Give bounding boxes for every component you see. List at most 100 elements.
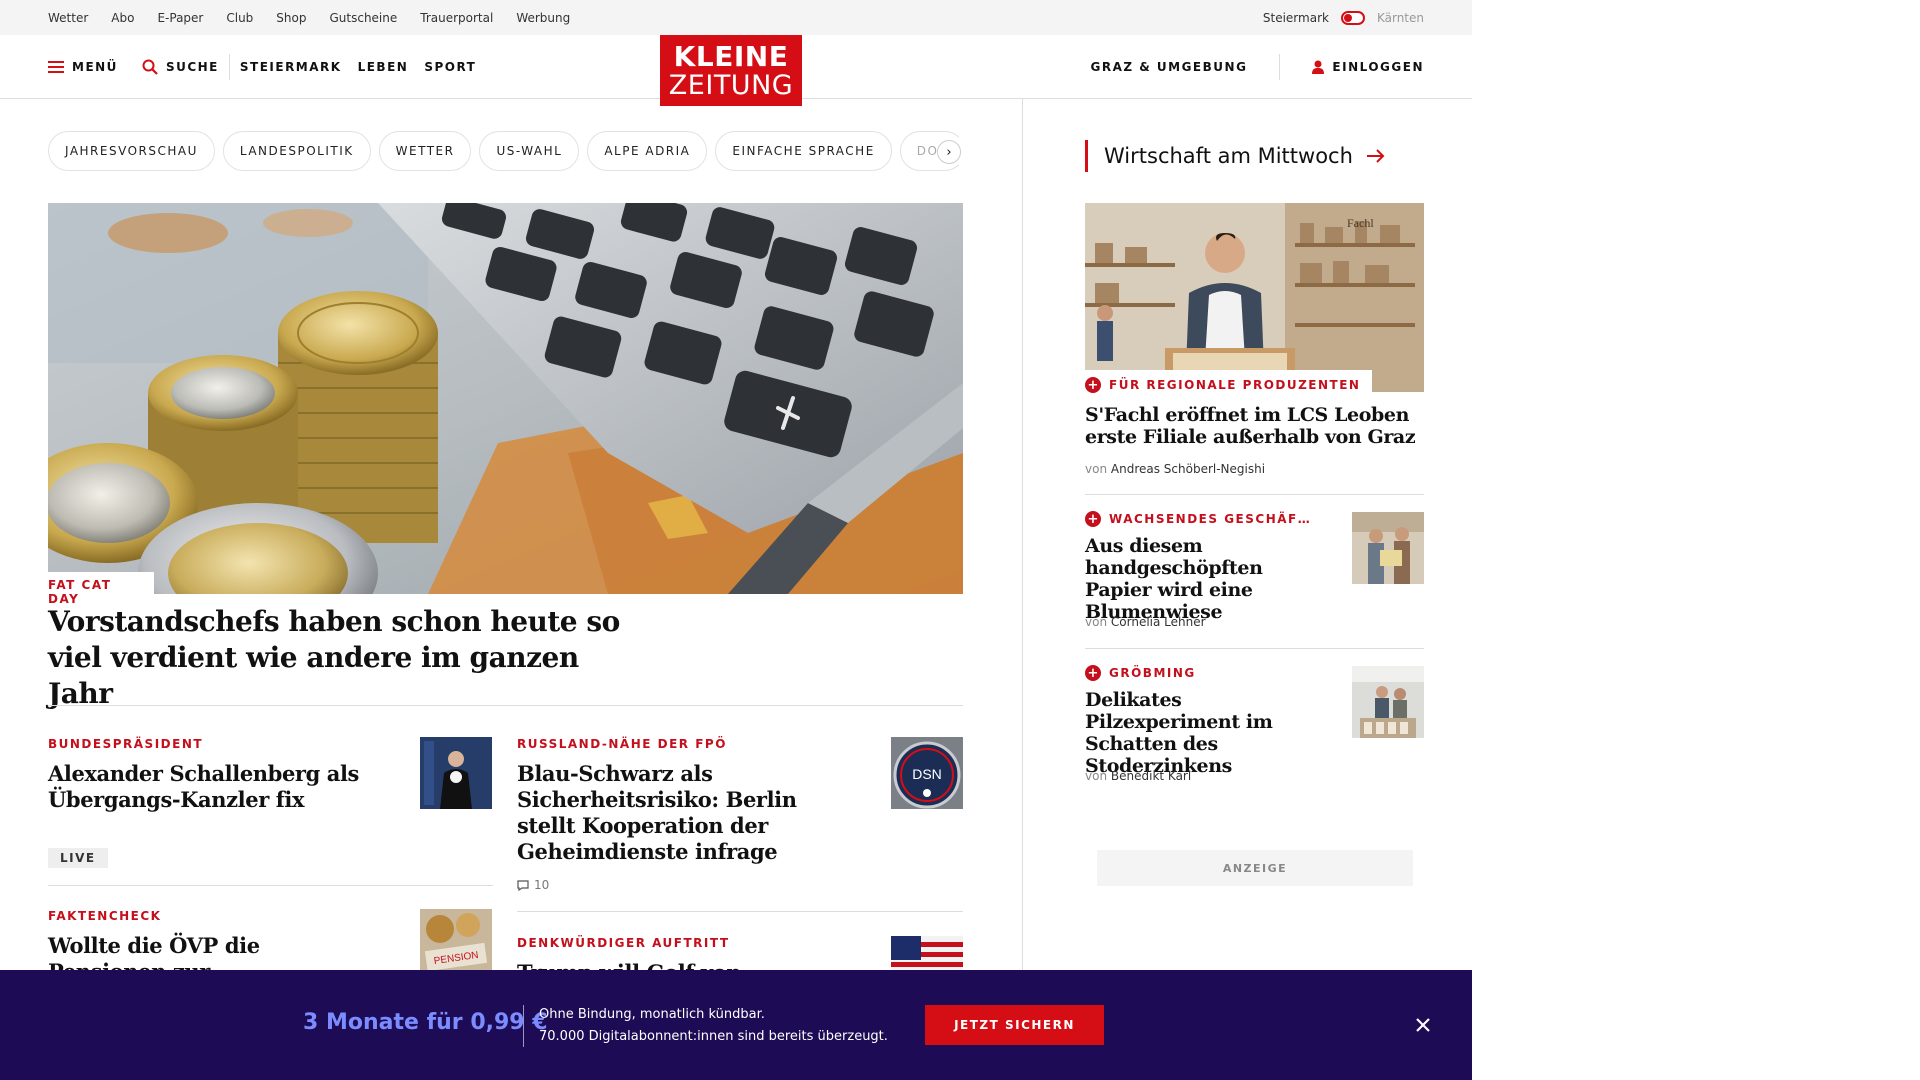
region-switch: Steiermark Kärnten xyxy=(1263,10,1424,25)
promo-text: Ohne Bindung, monatlich kündbar. 70.000 … xyxy=(539,1004,888,1048)
chevron-right-icon: › xyxy=(946,144,952,160)
ad-label: ANZEIGE xyxy=(1097,850,1413,886)
tag-pill[interactable]: EINFACHE SPRACHE xyxy=(715,131,892,171)
article-title: Alexander Schallenberg als Übergangs-Kan… xyxy=(48,761,359,812)
live-badge-wrap: LIVE xyxy=(48,847,108,868)
utility-link-wetter[interactable]: Wetter xyxy=(48,11,88,25)
promo-line-2: 70.000 Digitalabonnent:innen sind bereit… xyxy=(539,1029,888,1044)
utility-links: Wetter Abo E-Paper Club Shop Gutscheine … xyxy=(48,11,570,25)
fachl-shop-photo: Fachl xyxy=(1085,203,1424,392)
article-title: Blau-Schwarz als Sicherheitsrisiko: Berl… xyxy=(517,761,797,864)
live-badge: LIVE xyxy=(48,848,108,868)
tags-scroll-right-button[interactable]: › xyxy=(937,140,961,164)
schallenberg-photo xyxy=(420,737,492,809)
utility-link-trauerportal[interactable]: Trauerportal xyxy=(420,11,493,25)
paper-photo xyxy=(1352,512,1424,584)
utility-bar: Wetter Abo E-Paper Club Shop Gutscheine … xyxy=(0,0,1472,35)
tag-pill[interactable]: WETTER xyxy=(378,131,472,171)
sidebar-feature-kicker-wrap: + FÜR REGIONALE PRODUZENTEN xyxy=(1085,370,1373,397)
dsn-logo-text: DSN xyxy=(912,766,942,782)
comment-icon xyxy=(517,879,529,891)
article-kicker: FAKTENCHECK xyxy=(48,909,162,923)
local-region-link[interactable]: GRAZ & UMGEBUNG xyxy=(1091,60,1248,74)
comment-count-value: 10 xyxy=(534,878,550,892)
comment-count[interactable]: 10 xyxy=(517,878,549,892)
tag-pill[interactable]: ALPE ADRIA xyxy=(587,131,708,171)
utility-link-epaper[interactable]: E-Paper xyxy=(157,11,203,25)
utility-link-werbung[interactable]: Werbung xyxy=(516,11,570,25)
region-inactive-label[interactable]: Kärnten xyxy=(1377,11,1424,25)
promo-line-1: Ohne Bindung, monatlich kündbar. xyxy=(539,1007,765,1022)
nav-right: GRAZ & UMGEBUNG EINLOGGEN xyxy=(1091,53,1425,80)
sidebar-item-thumbnail[interactable] xyxy=(1352,666,1424,738)
region-toggle[interactable] xyxy=(1340,10,1365,25)
menu-button[interactable]: MENÜ xyxy=(48,60,118,74)
hero-image[interactable] xyxy=(48,203,963,594)
sidebar-heading: Wirtschaft am Mittwoch xyxy=(1104,144,1353,168)
hero-headline[interactable]: Vorstandschefs haben schon heute so viel… xyxy=(48,604,648,712)
divider xyxy=(48,705,963,706)
article-thumbnail[interactable] xyxy=(420,737,492,809)
article-kicker: RUSSLAND-NÄHE DER FPÖ xyxy=(517,737,727,751)
nav-sections: STEIERMARK LEBEN SPORT xyxy=(240,60,476,74)
article-kicker: BUNDESPRÄSIDENT xyxy=(48,737,204,751)
sidebar-feature-kicker[interactable]: FÜR REGIONALE PRODUZENTEN xyxy=(1109,378,1360,392)
topic-tags: JAHRESVORSCHAU LANDESPOLITIK WETTER US-W… xyxy=(48,131,963,171)
sidebar-item-kicker[interactable]: GRÖBMING xyxy=(1109,666,1196,680)
promo-price: 3 Monate für 0,99 € xyxy=(303,1010,548,1035)
column-divider xyxy=(1022,99,1023,1080)
mushroom-photo xyxy=(1352,666,1424,738)
close-icon xyxy=(1416,1018,1430,1032)
sidebar-heading-link[interactable]: Wirtschaft am Mittwoch xyxy=(1085,140,1385,172)
tag-pill[interactable]: JAHRESVORSCHAU xyxy=(48,131,215,171)
sidebar-feature-byline: von Andreas Schöberl-Negishi xyxy=(1085,462,1265,476)
nav-section-steiermark[interactable]: STEIERMARK xyxy=(240,60,342,74)
sidebar-item-kicker[interactable]: WACHSENDES GESCHÄF… xyxy=(1109,512,1311,526)
sidebar-item-title[interactable]: Delikates Pilzexperiment im Schatten des… xyxy=(1085,689,1335,777)
divider xyxy=(517,911,963,912)
hamburger-icon xyxy=(48,60,64,73)
tag-pill[interactable]: US-WAHL xyxy=(479,131,580,171)
utility-link-gutscheine[interactable]: Gutscheine xyxy=(329,11,397,25)
arrow-right-icon xyxy=(1366,149,1385,163)
sidebar-item-byline: von Cornelia Lehner xyxy=(1085,615,1206,629)
sidebar-item-kicker-wrap: + WACHSENDES GESCHÄF… xyxy=(1085,511,1311,527)
region-active-label[interactable]: Steiermark xyxy=(1263,11,1329,25)
hero-photo xyxy=(48,203,963,594)
byline-author[interactable]: Cornelia Lehner xyxy=(1111,615,1206,629)
search-button[interactable]: SUCHE xyxy=(142,59,219,75)
nav-section-sport[interactable]: SPORT xyxy=(424,60,476,74)
search-icon xyxy=(142,59,158,75)
utility-link-shop[interactable]: Shop xyxy=(276,11,306,25)
sidebar-item-thumbnail[interactable] xyxy=(1352,512,1424,584)
sidebar-feature-title[interactable]: S'Fachl eröffnet im LCS Leoben erste Fil… xyxy=(1085,404,1425,448)
user-icon xyxy=(1312,60,1325,74)
site-logo[interactable]: KLEINE ZEITUNG xyxy=(660,35,802,106)
utility-link-club[interactable]: Club xyxy=(226,11,253,25)
nav-separator xyxy=(228,53,230,80)
nav-section-leben[interactable]: LEBEN xyxy=(358,60,409,74)
logo-line-2: ZEITUNG xyxy=(668,69,794,101)
menu-label: MENÜ xyxy=(72,59,118,74)
byline-author[interactable]: Benedikt Karl xyxy=(1111,769,1191,783)
sidebar-item-title[interactable]: Aus diesem handgeschöpften Papier wird e… xyxy=(1085,535,1325,623)
tag-pill[interactable]: LANDESPOLITIK xyxy=(222,131,371,171)
article-thumbnail[interactable]: DSN xyxy=(891,737,963,809)
byline-prefix: von xyxy=(1085,615,1108,629)
sidebar-feature-image[interactable]: Fachl xyxy=(1085,203,1424,392)
promo-separator xyxy=(523,1005,524,1047)
divider xyxy=(1085,494,1424,495)
search-label: SUCHE xyxy=(165,59,219,74)
sidebar-item-kicker-wrap: + GRÖBMING xyxy=(1085,665,1196,681)
article-card[interactable]: RUSSLAND-NÄHE DER FPÖ Blau-Schwarz als S… xyxy=(517,737,847,865)
login-button[interactable]: EINLOGGEN xyxy=(1312,60,1424,74)
byline-author[interactable]: Andreas Schöberl-Negishi xyxy=(1111,462,1265,476)
utility-link-abo[interactable]: Abo xyxy=(111,11,134,25)
login-label: EINLOGGEN xyxy=(1332,59,1424,74)
promo-cta-button[interactable]: JETZT SICHERN xyxy=(925,1005,1104,1045)
subscription-promo-bar: 3 Monate für 0,99 € Ohne Bindung, monatl… xyxy=(0,970,1472,1080)
sidebar-item-byline: von Benedikt Karl xyxy=(1085,769,1191,783)
article-card[interactable]: BUNDESPRÄSIDENT Alexander Schallenberg a… xyxy=(48,737,378,813)
promo-close-button[interactable] xyxy=(1408,1010,1438,1040)
nav-separator-right xyxy=(1279,53,1281,80)
